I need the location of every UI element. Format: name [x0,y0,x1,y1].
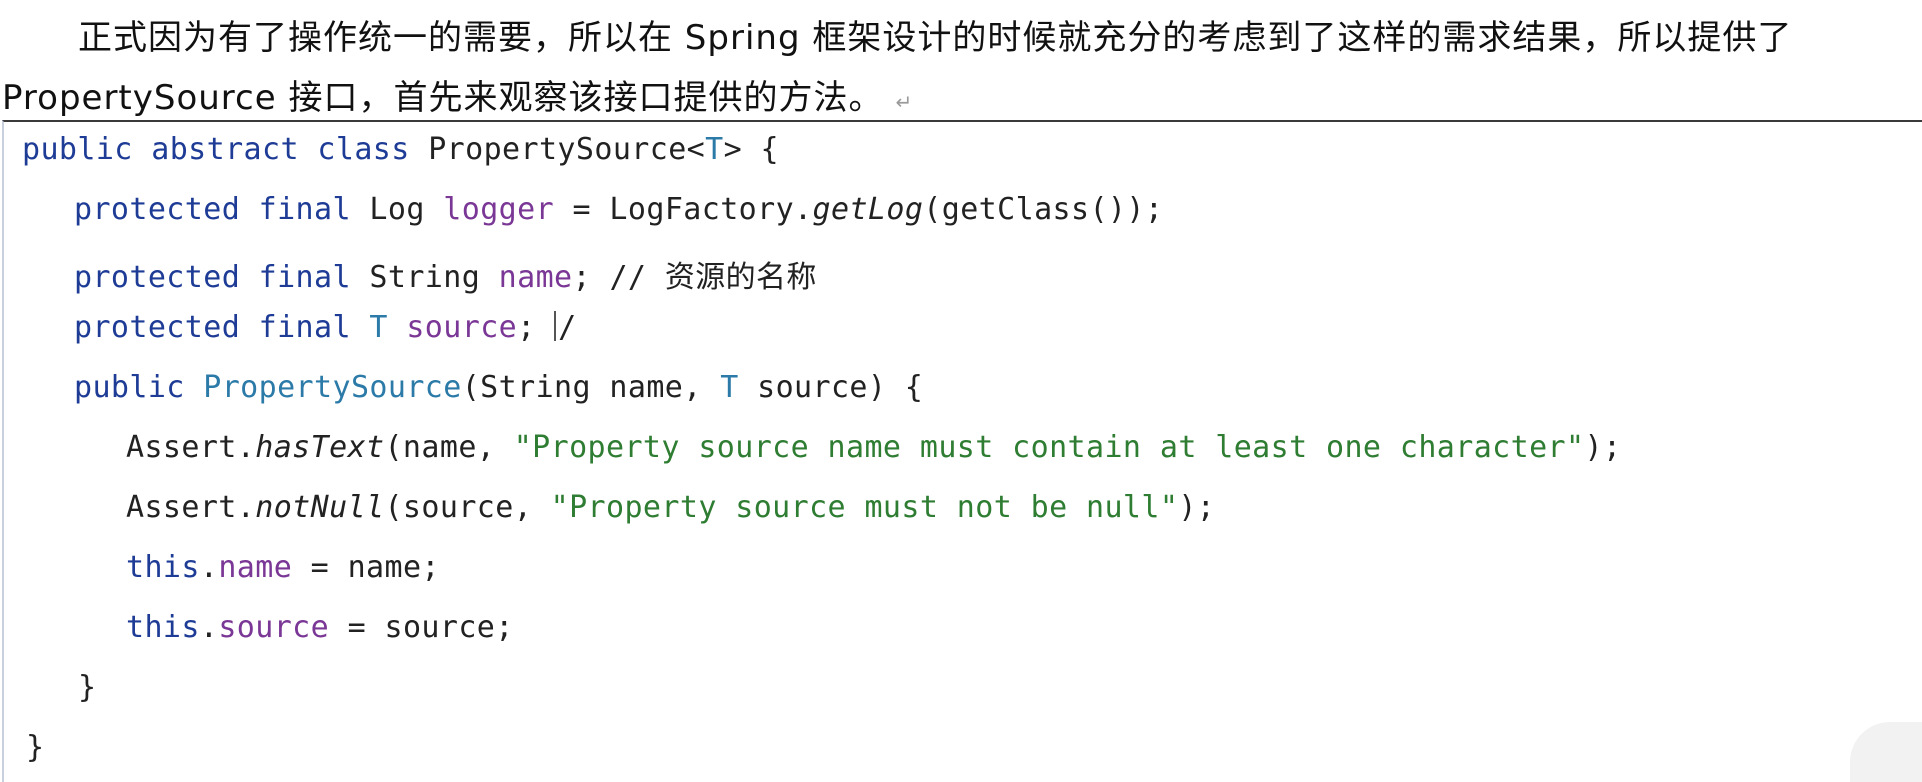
string-literal: "Property source name must contain at le… [513,430,1585,465]
paragraph-text-2: PropertySource 接口，首先来观察该接口提供的方法。 [2,78,884,118]
paragraph-text-1: 正式因为有了操作统一的需要，所以在 Spring 框架设计的时候就充分的考虑到了… [78,18,1793,58]
code-text: (source, [384,490,551,525]
code-text: / [558,310,577,345]
keyword: final [258,192,351,227]
code-line-11: } [26,730,44,765]
type-parameter: T [369,310,388,345]
code-block: public abstract class PropertySource<T> … [2,120,1922,782]
keyword: public [74,370,185,405]
code-text: = LogFactory. [554,192,813,227]
keyword: final [258,260,351,295]
class-name: PropertySource< [428,132,706,167]
code-line-2: protected final Log logger = LogFactory.… [74,192,1163,227]
text-cursor [554,311,557,341]
code-comment: ; // 资源的名称 [572,260,817,295]
keyword: this [126,550,200,585]
code-text: (String name, [461,370,721,405]
code-text: (getClass()); [923,192,1164,227]
string-literal: "Property source must not be null" [550,490,1179,525]
code-text: . [199,550,219,585]
method-name: getLog [812,192,924,227]
constructor-name: PropertySource [203,370,462,405]
keyword: class [317,132,410,167]
class-ref: Assert. [126,430,256,465]
keyword: protected [74,310,241,345]
description-paragraph: 正式因为有了操作统一的需要，所以在 Spring 框架设计的时候就充分的考虑到了… [0,0,1922,120]
field-name: source [406,310,518,345]
keyword: abstract [151,132,299,167]
field-name: logger [443,192,555,227]
keyword: this [126,610,200,645]
type-parameter: T [720,370,739,405]
code-text: = source; [329,610,514,645]
code-text: = name; [292,550,440,585]
type-name: Log [369,192,425,227]
field-name: source [218,610,330,645]
code-line-7: Assert.notNull(source, "Property source … [126,490,1215,525]
method-name: hasText [255,430,385,465]
code-text: . [199,610,219,645]
closing-brace: } [78,670,97,705]
code-line-3: protected final String name; // 资源的名称 [74,252,817,296]
code-line-8: this.name = name; [126,550,440,585]
paragraph-line-1: 正式因为有了操作统一的需要，所以在 Spring 框架设计的时候就充分的考虑到了… [78,10,1792,59]
code-text: (name, [384,430,514,465]
method-name: notNull [255,490,385,525]
code-text: ; [517,310,555,345]
field-name: name [218,550,293,585]
paragraph-mark-icon: ↵ [895,90,914,114]
code-line-4: protected final T source; / [74,310,577,345]
keyword: protected [74,192,241,227]
closing-brace: } [26,730,45,765]
code-line-6: Assert.hasText(name, "Property source na… [126,430,1621,465]
code-text: > { [723,132,779,167]
class-ref: Assert. [126,490,256,525]
code-line-5: public PropertySource(String name, T sou… [74,370,923,405]
code-line-1: public abstract class PropertySource<T> … [22,132,779,167]
code-line-9: this.source = source; [126,610,514,645]
code-line-10: } [78,670,96,705]
keyword: protected [74,260,241,295]
field-name: name [498,260,573,295]
type-parameter: T [705,132,724,167]
paragraph-line-2: PropertySource 接口，首先来观察该接口提供的方法。 ↵ [2,70,913,119]
type-name: String [369,260,481,295]
code-text: source) { [738,370,924,405]
keyword: final [258,310,351,345]
code-text: ); [1584,430,1622,465]
code-text: ); [1178,490,1216,525]
keyword: public [22,132,133,167]
